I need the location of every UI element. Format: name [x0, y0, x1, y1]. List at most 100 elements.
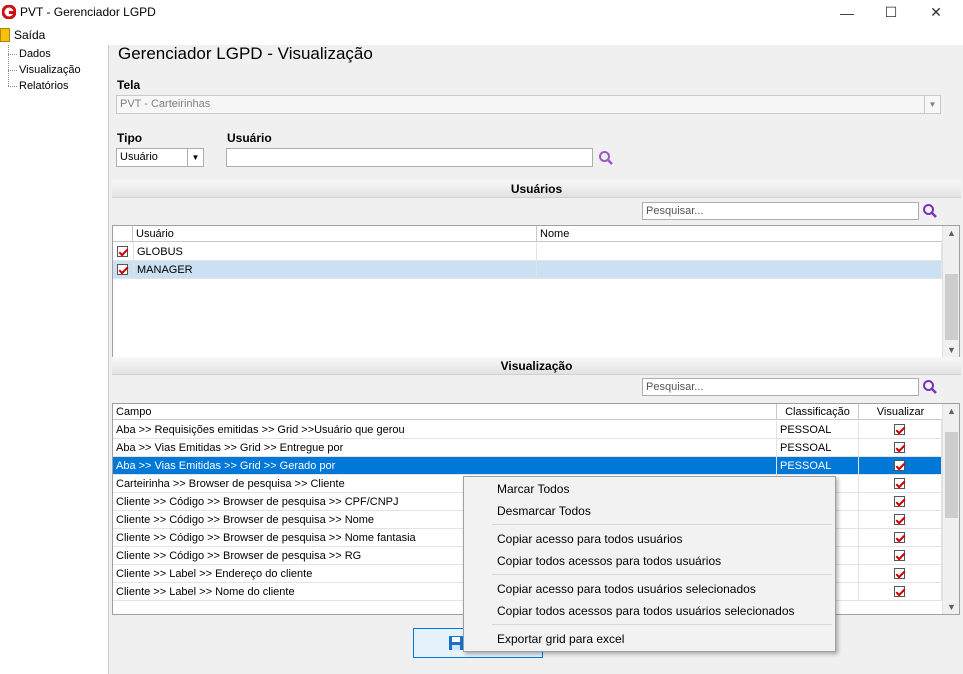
menu-item-copiar-acesso-todos[interactable]: Copiar acesso para todos usuários — [497, 532, 682, 546]
cell-visualizar — [859, 529, 942, 547]
exit-icon — [0, 28, 10, 42]
chevron-down-icon: ▼ — [187, 149, 203, 166]
minimize-icon: — — [840, 4, 854, 21]
tree-item-visualizacao[interactable]: Visualização — [19, 64, 81, 76]
search-icon[interactable] — [922, 379, 938, 395]
tree-item-dados[interactable]: Dados — [19, 48, 51, 60]
tipo-label: Tipo — [117, 131, 143, 145]
cell-visualizar — [859, 457, 942, 475]
row-checkbox[interactable] — [117, 246, 128, 257]
cell-campo: Aba >> Requisições emitidas >> Grid >>Us… — [113, 421, 777, 439]
scroll-thumb[interactable] — [945, 432, 958, 518]
tela-value: PVT - Carteirinhas — [120, 98, 211, 110]
search-icon[interactable] — [922, 203, 938, 219]
tela-label: Tela — [117, 78, 141, 92]
scroll-down-icon[interactable]: ▼ — [943, 343, 959, 357]
table-row[interactable]: GLOBUS — [113, 243, 942, 261]
menu-item-desmarcar-todos[interactable]: Desmarcar Todos — [497, 504, 591, 518]
grid-header-visualizar[interactable]: Visualizar — [859, 404, 942, 420]
scroll-down-icon[interactable]: ▼ — [943, 600, 959, 614]
visualizar-checkbox[interactable] — [894, 442, 905, 453]
menu-bar: Saída — [0, 25, 963, 45]
grid-header-usuario[interactable]: Usuário — [133, 226, 537, 242]
visualizar-checkbox[interactable] — [894, 460, 905, 471]
visualizar-checkbox[interactable] — [894, 478, 905, 489]
row-checkbox[interactable] — [117, 264, 128, 275]
scroll-thumb[interactable] — [945, 274, 958, 340]
menu-item-copiar-todos-acessos-selecionados[interactable]: Copiar todos acessos para todos usuários… — [497, 604, 795, 618]
menu-item-marcar-todos[interactable]: Marcar Todos — [497, 482, 569, 496]
chevron-down-icon: ▼ — [924, 96, 940, 113]
menu-separator — [492, 574, 832, 575]
usuarios-grid: Usuário Nome GLOBUS MANAGER ▲ ▼ — [112, 225, 960, 358]
visualizar-checkbox[interactable] — [894, 424, 905, 435]
visualizacao-scrollbar[interactable]: ▲ ▼ — [942, 404, 959, 614]
table-row[interactable]: MANAGER — [113, 261, 942, 279]
cell-visualizar — [859, 421, 942, 439]
cell-classificacao: PESSOAL — [777, 457, 859, 475]
tree-item-relatorios[interactable]: Relatórios — [19, 80, 69, 92]
scroll-up-icon[interactable]: ▲ — [943, 226, 959, 240]
cell-usuario: MANAGER — [133, 261, 537, 279]
tipo-value: Usuário — [120, 151, 158, 163]
visualizar-checkbox[interactable] — [894, 550, 905, 561]
visualizar-checkbox[interactable] — [894, 568, 905, 579]
table-row[interactable]: Aba >> Requisições emitidas >> Grid >>Us… — [113, 421, 942, 439]
cell-campo: Aba >> Vias Emitidas >> Grid >> Entregue… — [113, 439, 777, 457]
tree-line — [8, 86, 17, 87]
visualizacao-section-title: Visualização — [500, 359, 573, 373]
grid-header-classificacao[interactable]: Classificação — [777, 404, 859, 420]
table-row[interactable]: Aba >> Vias Emitidas >> Grid >> Gerado p… — [113, 457, 942, 475]
usuarios-section-title: Usuários — [510, 182, 563, 196]
visualizar-checkbox[interactable] — [894, 586, 905, 597]
usuarios-search-input[interactable]: Pesquisar... — [642, 202, 919, 220]
scroll-up-icon[interactable]: ▲ — [943, 404, 959, 418]
search-icon[interactable] — [598, 150, 614, 166]
minimize-button[interactable]: — — [825, 0, 869, 25]
close-icon: ✕ — [930, 4, 942, 20]
title-bar: PVT - Gerenciador LGPD — ☐ ✕ — [0, 0, 963, 25]
cell-usuario: GLOBUS — [133, 243, 537, 261]
grid-header-campo[interactable]: Campo — [113, 404, 777, 420]
tela-select[interactable]: PVT - Carteirinhas ▼ — [116, 95, 941, 114]
grid-header-nome[interactable]: Nome — [537, 226, 942, 242]
page-title: Gerenciador LGPD - Visualização — [118, 44, 373, 63]
menu-separator — [492, 524, 832, 525]
cell-visualizar — [859, 475, 942, 493]
tipo-select[interactable]: Usuário ▼ — [116, 148, 204, 167]
cell-visualizar — [859, 511, 942, 529]
maximize-button[interactable]: ☐ — [869, 0, 913, 25]
navigation-tree: Dados Visualização Relatórios — [0, 45, 109, 674]
visualizar-checkbox[interactable] — [894, 496, 905, 507]
usuario-label: Usuário — [227, 131, 272, 145]
visualizacao-search-placeholder: Pesquisar... — [646, 381, 704, 393]
usuario-input[interactable] — [226, 148, 593, 167]
menu-separator — [492, 624, 832, 625]
grid-header-check — [113, 226, 133, 242]
window-title: PVT - Gerenciador LGPD — [20, 5, 156, 19]
menu-item-copiar-todos-acessos-todos[interactable]: Copiar todos acessos para todos usuários — [497, 554, 721, 568]
menu-item-exportar-excel[interactable]: Exportar grid para excel — [497, 632, 624, 646]
usuarios-search-placeholder: Pesquisar... — [646, 205, 704, 217]
cell-campo: Aba >> Vias Emitidas >> Grid >> Gerado p… — [113, 457, 777, 475]
context-menu: Marcar Todos Desmarcar Todos Copiar aces… — [463, 476, 836, 652]
tree-line — [8, 54, 17, 55]
cell-visualizar — [859, 547, 942, 565]
table-row[interactable]: Aba >> Vias Emitidas >> Grid >> Entregue… — [113, 439, 942, 457]
usuarios-scrollbar[interactable]: ▲ ▼ — [942, 226, 959, 357]
exit-menu-label: Saída — [14, 28, 46, 42]
tree-line — [8, 70, 17, 71]
cell-classificacao: PESSOAL — [777, 421, 859, 439]
floppy-disk-icon — [449, 636, 463, 650]
cell-visualizar — [859, 439, 942, 457]
close-button[interactable]: ✕ — [914, 0, 958, 25]
visualizar-checkbox[interactable] — [894, 532, 905, 543]
menu-item-copiar-acesso-selecionados[interactable]: Copiar acesso para todos usuários seleci… — [497, 582, 756, 596]
tree-line — [8, 45, 9, 86]
exit-menu[interactable]: Saída — [0, 25, 48, 45]
visualizacao-section-header: Visualização — [112, 357, 961, 375]
visualizacao-search-input[interactable]: Pesquisar... — [642, 378, 919, 396]
cell-nome — [537, 243, 942, 261]
visualizar-checkbox[interactable] — [894, 514, 905, 525]
usuarios-section-header: Usuários — [112, 180, 961, 198]
